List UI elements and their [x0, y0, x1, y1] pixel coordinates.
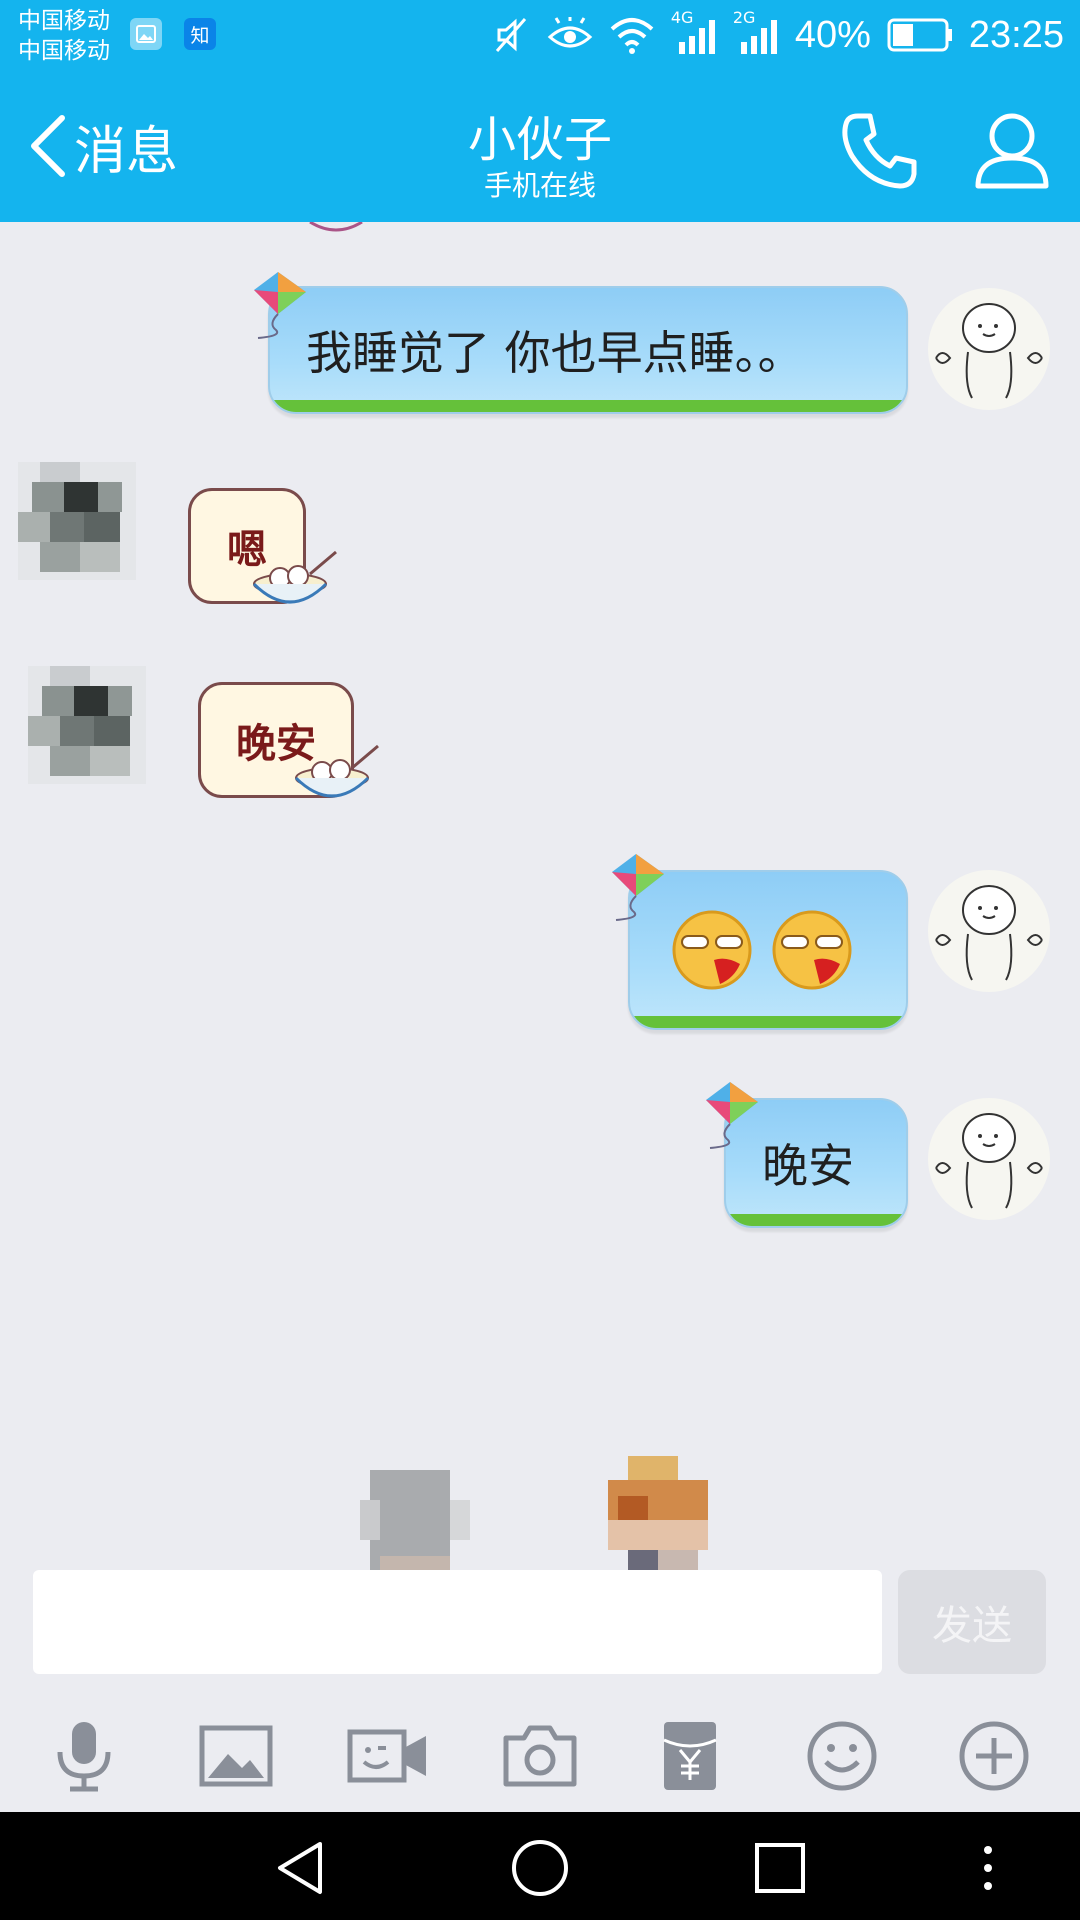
nav-more-button[interactable]	[968, 1838, 1008, 1898]
carrier-1: 中国移动	[18, 8, 110, 34]
cartoon-avatar-icon	[935, 303, 1043, 399]
system-nav-bar	[0, 1812, 1080, 1920]
sticker-suggestions	[250, 1456, 850, 1580]
voice-button[interactable]	[46, 1718, 122, 1794]
cartoon-avatar-icon	[935, 885, 1043, 981]
clock: 23:25	[968, 13, 1064, 56]
recents-square-icon	[755, 1843, 805, 1893]
message-bubble-self[interactable]: 我睡觉了 你也早点睡。。	[268, 286, 908, 414]
plus-icon	[959, 1721, 1029, 1791]
nav-back-button[interactable]	[272, 1838, 332, 1898]
nosebleed-emoji-icon	[772, 910, 852, 990]
pixelated-avatar	[18, 462, 136, 580]
status-icons: 4G 2G 40% 23:25	[491, 8, 1064, 60]
home-circle-icon	[512, 1840, 568, 1896]
rice-ball-bowl-icon	[252, 550, 337, 604]
carrier-2: 中国移动	[18, 38, 110, 64]
message-bubble-self[interactable]	[628, 870, 908, 1030]
message-list[interactable]: 我睡觉了 你也早点睡。。 嗯 晚安 晚安	[0, 222, 1080, 1352]
avatar-peer[interactable]	[18, 462, 136, 580]
person-icon	[975, 113, 1049, 189]
chat-header: 消息 小伙子 手机在线	[0, 72, 1080, 222]
battery-icon	[887, 18, 952, 52]
message-text: 我睡觉了 你也早点睡。。	[306, 326, 804, 380]
image-icon	[130, 18, 162, 50]
avatar-peer[interactable]	[28, 666, 146, 784]
rice-ball-bowl-icon	[294, 744, 379, 798]
camera-icon	[503, 1725, 577, 1787]
suggested-sticker[interactable]	[598, 1456, 718, 1580]
phone-icon	[842, 113, 917, 189]
signal-2g-icon: 2G	[733, 8, 779, 58]
video-call-icon	[347, 1729, 426, 1783]
avatar-self[interactable]	[928, 1098, 1050, 1220]
microphone-icon	[57, 1722, 111, 1792]
pixelated-avatar	[28, 666, 146, 784]
profile-button[interactable]	[970, 108, 1054, 192]
emoji-pair	[670, 908, 854, 992]
smiley-icon	[807, 1721, 877, 1791]
suggested-sticker[interactable]	[360, 1460, 470, 1580]
send-button[interactable]: 发送	[898, 1570, 1046, 1674]
back-triangle-icon	[278, 1842, 322, 1894]
message-input[interactable]	[33, 1570, 882, 1674]
red-packet-icon	[663, 1722, 717, 1790]
battery-percent: 40%	[794, 13, 871, 56]
signal-4g-icon: 4G	[671, 8, 717, 58]
message-text: 晚安	[762, 1139, 854, 1193]
camera-button[interactable]	[502, 1718, 578, 1794]
kite-icon	[612, 854, 664, 921]
video-call-button[interactable]	[346, 1718, 430, 1794]
nav-recents-button[interactable]	[750, 1838, 810, 1898]
input-toolbar	[0, 1700, 1080, 1810]
status-bar: 中国移动 中国移动 知 4G 2G 40% 23:25	[0, 0, 1080, 72]
eye-icon	[547, 17, 593, 48]
avatar-self[interactable]	[928, 870, 1050, 992]
nav-home-button[interactable]	[510, 1838, 570, 1898]
nosebleed-emoji-icon	[672, 910, 752, 990]
cartoon-avatar-icon	[935, 1113, 1043, 1209]
more-button[interactable]	[956, 1718, 1032, 1794]
call-button[interactable]	[838, 108, 922, 192]
avatar-self[interactable]	[928, 288, 1050, 410]
red-packet-button[interactable]	[652, 1718, 728, 1794]
mute-icon	[495, 18, 526, 52]
carrier-info: 中国移动 中国移动	[18, 6, 110, 66]
zhihu-app-icon: 知	[184, 18, 216, 50]
more-dots-icon	[984, 1846, 992, 1890]
kite-icon	[254, 272, 306, 339]
wifi-icon	[610, 18, 654, 54]
cut-off-sticker	[309, 222, 363, 232]
kite-icon	[706, 1082, 758, 1149]
emoji-button[interactable]	[804, 1718, 880, 1794]
image-icon	[199, 1725, 273, 1787]
image-button[interactable]	[198, 1718, 274, 1794]
